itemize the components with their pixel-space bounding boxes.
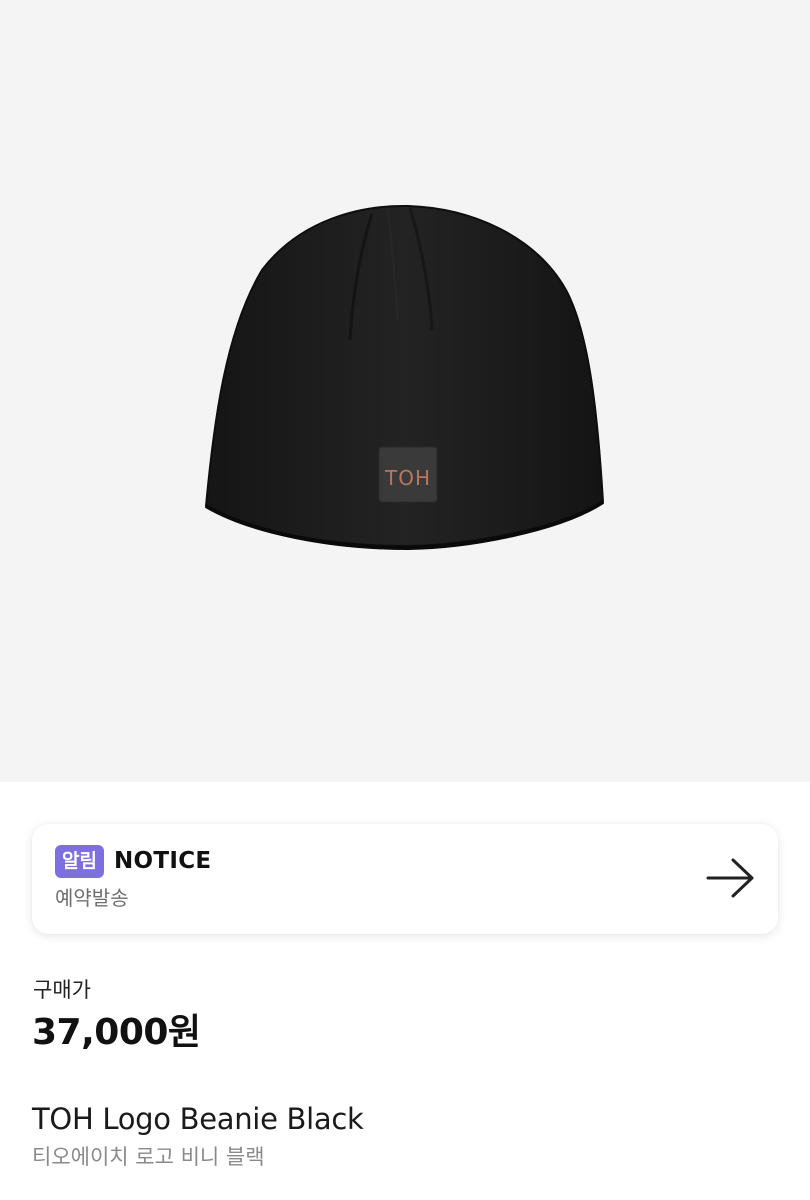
product-name-english: TOH Logo Beanie Black [32, 1102, 364, 1136]
product-name-korean: 티오에이치 로고 비니 블랙 [32, 1145, 265, 1169]
notice-subtitle: 예약발송 [55, 886, 129, 910]
price-label: 구매가 [33, 978, 91, 1002]
arrow-right-icon[interactable] [706, 856, 756, 900]
beanie-illustration: TOH [204, 204, 605, 551]
beanie-logo-text: TOH [384, 466, 431, 490]
notice-card[interactable]: 알림 NOTICE 예약발송 [32, 824, 778, 934]
notice-badge: 알림 [55, 845, 104, 878]
price-value: 37,000원 [32, 1012, 201, 1053]
product-image[interactable]: TOH [0, 0, 810, 782]
notice-title: NOTICE [114, 848, 212, 874]
